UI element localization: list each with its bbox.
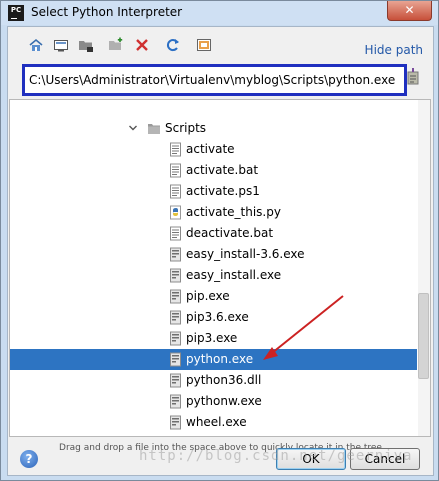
file-tree[interactable]: Scripts activate activate.bat activate.ps1 a… — [9, 99, 431, 437]
text-file-icon — [170, 142, 181, 157]
tree-file-item[interactable]: activate.ps1 — [10, 181, 417, 202]
tree-file-item[interactable]: pip3.6.exe — [10, 307, 417, 328]
tree-folder-tcl[interactable]: tcl — [10, 433, 417, 437]
executable-file-icon — [170, 415, 181, 430]
show-hidden-icon[interactable] — [196, 37, 212, 53]
python-file-icon — [170, 205, 181, 220]
tree-item-label: activate_this.py — [186, 205, 281, 219]
tree-item-label: wheel.exe — [186, 415, 247, 429]
text-file-icon — [170, 226, 181, 241]
tree-item-label: deactivate.bat — [186, 226, 274, 240]
executable-file-icon — [170, 394, 181, 409]
tree-file-item[interactable]: activate.bat — [10, 160, 417, 181]
dialog-window: PC Select Python Interpreter ✕ Hide path… — [0, 0, 439, 481]
home-icon[interactable] — [28, 37, 44, 53]
tree-item-label: easy_install.exe — [186, 268, 282, 282]
tree-file-item[interactable]: pythonw.exe — [10, 391, 417, 412]
tree-item-label: pythonw.exe — [186, 394, 262, 408]
desktop-icon[interactable] — [53, 37, 69, 53]
tree-item-label: python36.dll — [186, 373, 262, 387]
watermark: http://blog.csdn.net/geerniya — [139, 448, 413, 464]
tree-item-label: easy_install-3.6.exe — [186, 247, 305, 261]
refresh-icon[interactable] — [165, 37, 181, 53]
scrollbar-thumb[interactable] — [418, 293, 429, 379]
executable-file-icon — [170, 331, 181, 346]
tree-item-label: pip3.6.exe — [186, 310, 249, 324]
app-icon-text: PC — [10, 6, 22, 14]
tree-folder-Scripts[interactable]: Scripts — [10, 118, 417, 139]
text-file-icon — [170, 184, 181, 199]
window-title: Select Python Interpreter — [31, 5, 183, 19]
tree-item-label: pip.exe — [186, 289, 230, 303]
toolbar: Hide path — [8, 27, 433, 57]
chevron-down-icon[interactable] — [128, 123, 138, 133]
tree-item-label: Scripts — [165, 121, 207, 135]
tree-file-item[interactable]: activate — [10, 139, 417, 160]
executable-file-icon — [170, 268, 181, 283]
tree-file-item[interactable]: pip3.exe — [10, 328, 417, 349]
tree-item-label: python.exe — [186, 352, 254, 366]
tree-file-item[interactable]: activate_this.py — [10, 202, 417, 223]
tree-file-item[interactable]: deactivate.bat — [10, 223, 417, 244]
executable-file-icon — [170, 247, 181, 262]
vertical-scrollbar[interactable] — [418, 100, 430, 436]
pycharm-app-icon: PC — [8, 5, 24, 21]
tree-file-item[interactable]: python36.dll — [10, 370, 417, 391]
hide-path-link[interactable]: Hide path — [365, 43, 423, 57]
path-field-highlight — [22, 64, 407, 96]
tree-file-item[interactable]: easy_install-3.6.exe — [10, 244, 417, 265]
executable-file-icon — [170, 352, 181, 367]
executable-file-icon — [170, 289, 181, 304]
executable-file-icon — [170, 373, 181, 388]
tree-file-item[interactable]: wheel.exe — [10, 412, 417, 433]
tree-item-label: activate — [186, 142, 235, 156]
help-button[interactable]: ? — [20, 450, 38, 468]
path-history-icon[interactable] — [405, 68, 421, 88]
tree-item-label: activate.bat — [186, 163, 259, 177]
executable-file-icon — [170, 310, 181, 325]
tree-item-label: pip3.exe — [186, 331, 238, 345]
tree-item-label: activate.ps1 — [186, 184, 260, 198]
close-button[interactable]: ✕ — [387, 1, 432, 21]
title-bar[interactable]: PC Select Python Interpreter ✕ — [1, 1, 438, 25]
new-folder-icon[interactable] — [108, 37, 124, 53]
tree-file-item[interactable]: python.exe — [10, 349, 417, 370]
folder-icon — [147, 436, 161, 437]
project-folder-icon[interactable] — [78, 37, 94, 53]
text-file-icon — [170, 163, 181, 178]
tree-file-item[interactable]: pip.exe — [10, 286, 417, 307]
folder-icon — [148, 124, 160, 134]
tree-item-label: tcl — [165, 436, 180, 437]
delete-icon[interactable] — [134, 37, 150, 53]
path-input[interactable] — [27, 69, 402, 91]
tree-file-item[interactable]: easy_install.exe — [10, 265, 417, 286]
dialog-content: Hide path Scripts activate activate.bat act… — [7, 26, 434, 476]
